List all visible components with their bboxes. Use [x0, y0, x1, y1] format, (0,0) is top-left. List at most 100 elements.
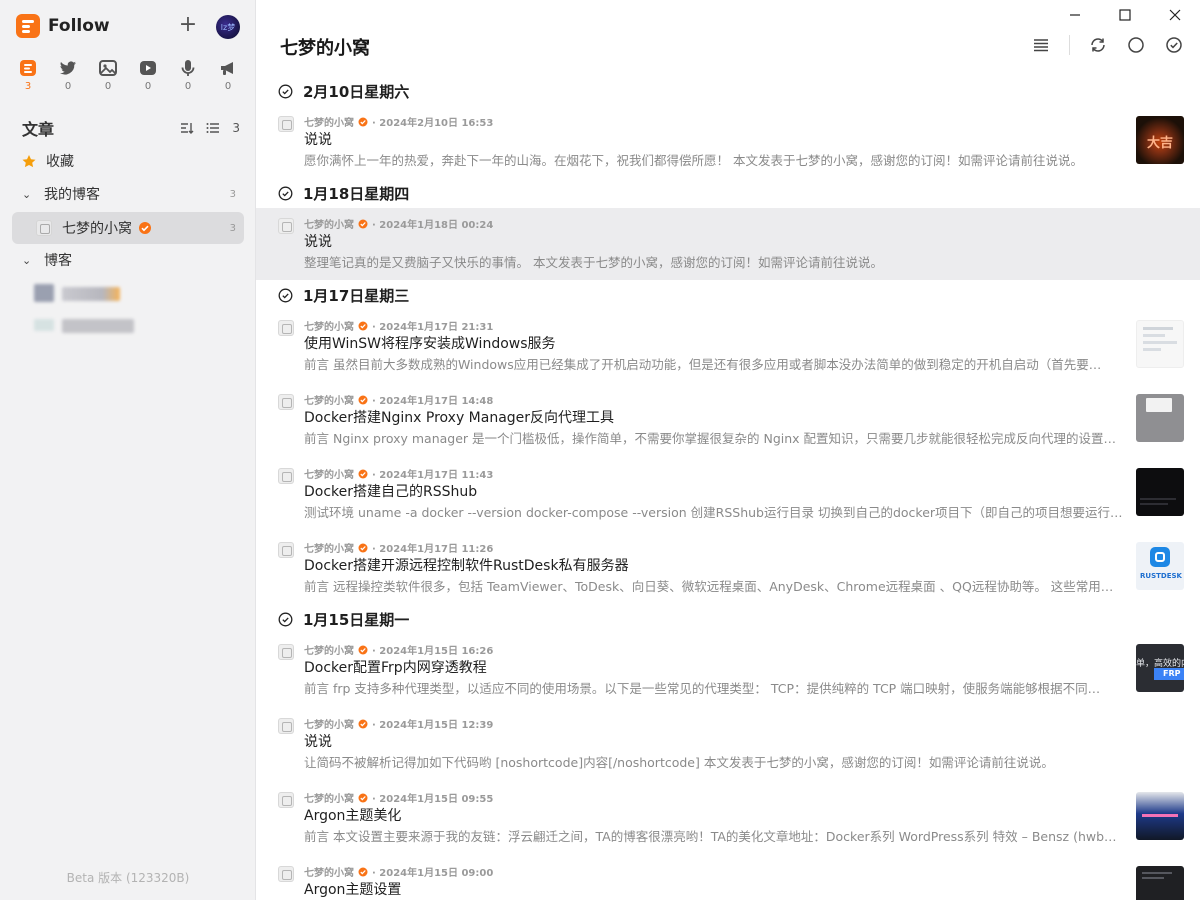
view-count: 3 — [24, 81, 32, 92]
unread-only-button[interactable] — [1126, 35, 1146, 55]
feed-icon — [278, 718, 294, 734]
entry-meta: 七梦的小窝 · 2024年1月17日 11:26 — [304, 540, 493, 555]
entry-thumbnail — [1136, 866, 1184, 900]
entry-item[interactable]: 七梦的小窝 · 2024年1月15日 12:39 说说 让简码不被解析记得加如下代… — [256, 708, 1200, 780]
view-videos[interactable]: 0 — [128, 58, 168, 92]
sidebar-item-favorites[interactable]: 收藏 — [12, 145, 244, 177]
day-header[interactable]: 1月18日星期四 — [278, 182, 409, 204]
layout-toggle-button[interactable] — [1031, 35, 1051, 55]
entry-description: 愿你满怀上一年的热爱，奔赴下一年的山海。在烟花下，祝我们都得偿所愿！ 本文发表于… — [304, 153, 1083, 168]
view-count: 0 — [184, 81, 192, 92]
chevron-down-icon[interactable]: ⌄ — [22, 254, 36, 267]
thumbnail-text: RUSTDESK — [1140, 572, 1182, 580]
view-articles[interactable]: 3 — [8, 58, 48, 92]
entry-item[interactable]: 七梦的小窝 · 2024年1月15日 16:26 Docker配置Frp内网穿透教… — [256, 634, 1200, 706]
entry-title: Docker搭建自己的RSShub — [304, 484, 478, 500]
entry-item[interactable]: 七梦的小窝 · 2024年1月17日 14:48 Docker搭建Nginx Pr… — [256, 384, 1200, 456]
feed-icon — [278, 116, 294, 132]
entry-title: 说说 — [304, 234, 332, 250]
entry-item[interactable]: 七梦的小窝 · 2024年2月10日 16:53 说说 愿你满怀上一年的热爱，奔赴… — [256, 106, 1200, 178]
section-tools: 3 — [180, 121, 240, 135]
star-icon — [22, 155, 36, 168]
feed-icon — [36, 220, 52, 236]
blurred-feed-name[interactable] — [62, 319, 134, 333]
entry-source: 七梦的小窝 — [304, 794, 354, 805]
page-title: 七梦的小窝 — [280, 38, 370, 59]
sort-icon[interactable] — [180, 121, 194, 135]
entry-thumbnail — [1136, 320, 1184, 368]
check-circle-icon[interactable] — [278, 288, 293, 303]
twitter-icon — [60, 61, 76, 75]
view-social[interactable]: 0 — [48, 58, 88, 92]
section-title: 文章 — [22, 120, 55, 139]
entry-meta: 七梦的小窝 · 2024年1月15日 12:39 — [304, 716, 493, 731]
entry-title: Docker配置Frp内网穿透教程 — [304, 660, 487, 676]
day-header[interactable]: 1月17日星期三 — [278, 284, 409, 306]
entry-source: 七梦的小窝 — [304, 868, 354, 879]
toolbar — [1031, 35, 1184, 55]
megaphone-icon — [221, 62, 233, 75]
feed-icon — [278, 320, 294, 336]
chevron-down-icon[interactable]: ⌄ — [22, 188, 36, 201]
view-pictures[interactable]: 0 — [88, 58, 128, 92]
avatar[interactable]: lz梦 — [216, 15, 240, 39]
unread-count: 3 — [229, 188, 236, 200]
check-circle-icon[interactable] — [278, 612, 293, 627]
sidebar-group-blogs[interactable]: ⌄ 博客 — [12, 244, 244, 276]
entry-thumbnail: 单，高效的内 FRP — [1136, 644, 1184, 692]
follow-logo-icon — [16, 14, 40, 38]
sidebar-item-label: 博客 — [44, 253, 72, 269]
section-count: 3 — [232, 121, 240, 135]
entry-description: 前言 frp 支持多种代理类型，以适应不同的使用场景。以下是一些常见的代理类型：… — [304, 681, 1101, 696]
minimize-button[interactable] — [1050, 0, 1100, 30]
collapse-list-icon[interactable] — [206, 121, 220, 135]
entry-title: 说说 — [304, 132, 332, 148]
entry-title: 使用WinSW将程序安装成Windows服务 — [304, 336, 556, 352]
entry-item[interactable]: 七梦的小窝 · 2024年1月18日 00:24 说说 整理笔记真的是又费脑子又快… — [256, 208, 1200, 280]
entry-item[interactable]: 七梦的小窝 · 2024年1月15日 09:00 Argon主题设置 — [256, 856, 1200, 900]
close-button[interactable] — [1150, 0, 1200, 30]
entry-item[interactable]: 七梦的小窝 · 2024年1月17日 11:26 Docker搭建开源远程控制软件… — [256, 532, 1200, 604]
blurred-feed-name[interactable] — [62, 287, 120, 301]
refresh-button[interactable] — [1088, 35, 1108, 55]
entry-time: · 2024年1月17日 11:43 — [372, 470, 494, 481]
day-title: 1月15日星期一 — [303, 610, 410, 629]
article-icon — [20, 60, 36, 76]
feed-icon — [278, 394, 294, 410]
entry-thumbnail: 大吉 — [1136, 116, 1184, 164]
sidebar-item-label: 七梦的小窝 — [62, 221, 132, 237]
view-notifications[interactable]: 0 — [208, 58, 248, 92]
sidebar-item-feed[interactable]: 七梦的小窝 3 — [12, 212, 244, 244]
maximize-icon — [1119, 9, 1131, 21]
day-title: 2月10日星期六 — [303, 82, 410, 101]
entry-time: · 2024年1月18日 00:24 — [372, 220, 494, 231]
entry-item[interactable]: 七梦的小窝 · 2024年1月15日 09:55 Argon主题美化 前言 本文设… — [256, 782, 1200, 854]
check-circle-icon[interactable] — [278, 186, 293, 201]
feed-icon — [278, 468, 294, 484]
blurred-feed-icon — [34, 319, 54, 331]
close-icon — [1169, 9, 1181, 21]
sidebar: Follow + lz梦 3 0 0 0 0 0 文章 3 收藏 ⌄ 我的博客 … — [0, 0, 256, 900]
entry-description: 前言 Nginx proxy manager 是一个门槛极低，操作简单，不需要你… — [304, 431, 1117, 446]
view-audio[interactable]: 0 — [168, 58, 208, 92]
check-circle-icon[interactable] — [278, 84, 293, 99]
toolbar-divider — [1069, 35, 1070, 55]
verified-icon — [358, 543, 368, 552]
entry-thumbnail: RUSTDESK — [1136, 542, 1184, 590]
entry-source: 七梦的小窝 — [304, 544, 354, 555]
day-header[interactable]: 2月10日星期六 — [278, 80, 409, 102]
maximize-button[interactable] — [1100, 0, 1150, 30]
app-name: Follow — [48, 16, 110, 36]
section-header: 文章 3 — [22, 116, 240, 140]
day-header[interactable]: 1月15日星期一 — [278, 608, 409, 630]
entry-thumbnail — [1136, 792, 1184, 840]
microphone-icon — [181, 60, 195, 76]
unread-count: 3 — [229, 222, 236, 234]
sidebar-group-my-blogs[interactable]: ⌄ 我的博客 3 — [12, 178, 244, 210]
add-feed-button[interactable]: + — [176, 13, 200, 37]
mark-all-read-button[interactable] — [1164, 35, 1184, 55]
entry-item[interactable]: 七梦的小窝 · 2024年1月17日 21:31 使用WinSW将程序安装成Win… — [256, 310, 1200, 382]
entry-description: 整理笔记真的是又费脑子又快乐的事情。 本文发表于七梦的小窝，感谢您的订阅！如需评… — [304, 255, 883, 270]
entry-item[interactable]: 七梦的小窝 · 2024年1月17日 11:43 Docker搭建自己的RSShu… — [256, 458, 1200, 530]
entry-thumbnail — [1136, 394, 1184, 442]
